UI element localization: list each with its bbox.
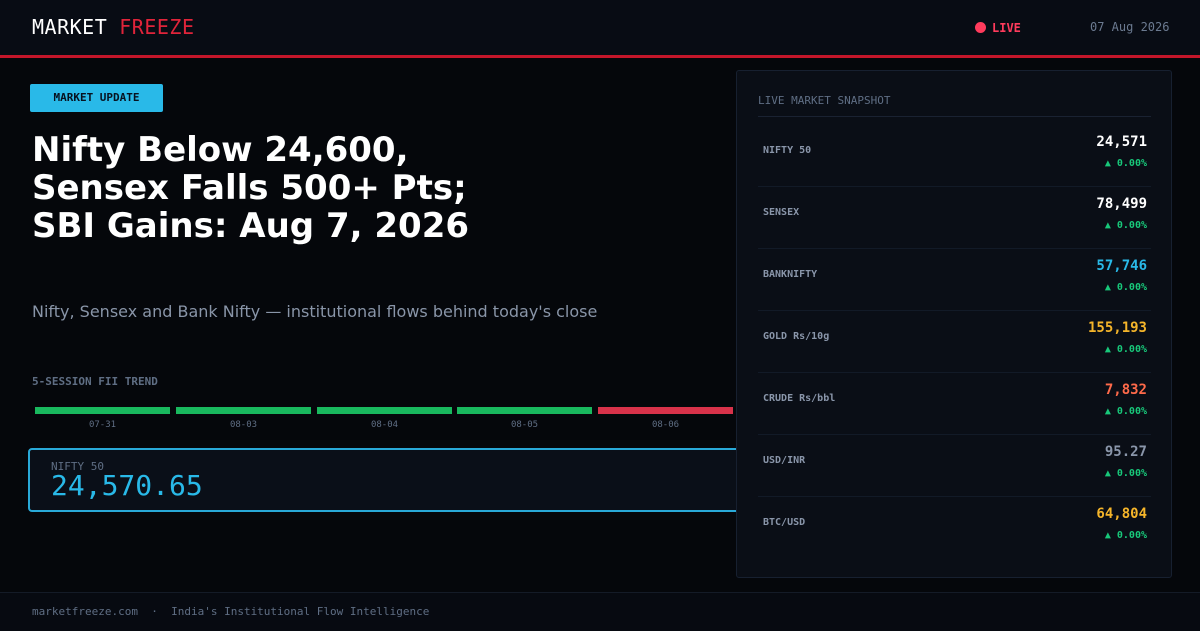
brand-primary: MARKET [32, 15, 108, 39]
fii-trend-bar [176, 407, 311, 414]
fii-trend-session: 08-06 [598, 407, 733, 430]
snapshot-row-crude: CRUDE Rs/bbl 7,832 ▲ 0.00% [758, 372, 1151, 435]
brand-logo[interactable]: MARKET FREEZE [32, 15, 195, 39]
header-date: 07 Aug 2026 [1090, 20, 1170, 34]
nifty-value-card: NIFTY 50 24,570.65 [28, 448, 742, 512]
footer-site-link[interactable]: marketfreeze.com [32, 605, 138, 618]
snapshot-row-value: 64,804 [1096, 506, 1147, 522]
nifty-card-value: 24,570.65 [51, 469, 203, 502]
live-label: LIVE [992, 21, 1021, 35]
footer-separator: · [151, 605, 158, 618]
footer-tagline: India's Institutional Flow Intelligence [171, 605, 430, 618]
snapshot-row-name: USD/INR [763, 455, 806, 466]
live-indicator: LIVE [975, 21, 1021, 35]
snapshot-row-name: NIFTY 50 [763, 145, 812, 156]
fii-trend-bar [317, 407, 452, 414]
fii-trend-session: 08-04 [317, 407, 452, 430]
fii-trend-bar [598, 407, 733, 414]
snapshot-row-value: 155,193 [1087, 320, 1147, 336]
snapshot-row-value: 24,571 [1096, 134, 1147, 150]
snapshot-row-nifty50: NIFTY 50 24,571 ▲ 0.00% [758, 124, 1151, 187]
snapshot-row-change: ▲ 0.00% [1104, 220, 1147, 231]
snapshot-row-value: 57,746 [1096, 258, 1147, 274]
snapshot-row-change: ▲ 0.00% [1104, 406, 1147, 417]
snapshot-divider [758, 116, 1151, 117]
snapshot-row-usdinr: USD/INR 95.27 ▲ 0.00% [758, 434, 1151, 497]
snapshot-row-change: ▲ 0.00% [1104, 344, 1147, 355]
site-footer: marketfreeze.com · India's Institutional… [0, 592, 1200, 631]
snapshot-row-banknifty: BANKNIFTY 57,746 ▲ 0.00% [758, 248, 1151, 311]
snapshot-title: LIVE MARKET SNAPSHOT [758, 94, 891, 107]
fii-trend-session: 07-31 [35, 407, 170, 430]
fii-trend-session: 08-05 [457, 407, 592, 430]
fii-trend-date: 08-05 [510, 420, 539, 430]
snapshot-row-gold: GOLD Rs/10g 155,193 ▲ 0.00% [758, 310, 1151, 373]
brand-accent: FREEZE [119, 15, 195, 39]
snapshot-row-change: ▲ 0.00% [1104, 158, 1147, 169]
site-header: MARKET FREEZE LIVE 07 Aug 2026 [0, 0, 1200, 58]
snapshot-row-name: BTC/USD [763, 517, 806, 528]
snapshot-row-value: 78,499 [1096, 196, 1147, 212]
fii-trend-strip: 07-31 08-03 08-04 08-05 08-06 [35, 407, 735, 437]
fii-trend-date: 08-06 [651, 420, 680, 430]
market-snapshot-panel: LIVE MARKET SNAPSHOT NIFTY 50 24,571 ▲ 0… [736, 70, 1172, 578]
fii-trend-date: 07-31 [88, 420, 117, 430]
snapshot-row-change: ▲ 0.00% [1104, 282, 1147, 293]
market-update-badge: MARKET UPDATE [30, 84, 163, 112]
snapshot-row-change: ▲ 0.00% [1104, 468, 1147, 479]
snapshot-row-sensex: SENSEX 78,499 ▲ 0.00% [758, 186, 1151, 249]
snapshot-row-change: ▲ 0.00% [1104, 530, 1147, 541]
fii-trend-bar [35, 407, 170, 414]
footer-text: marketfreeze.com · India's Institutional… [32, 605, 429, 618]
fii-trend-date: 08-03 [229, 420, 258, 430]
fii-trend-session: 08-03 [176, 407, 311, 430]
fii-trend-title: 5-SESSION FII TREND [32, 375, 158, 388]
fii-trend-bar [457, 407, 592, 414]
snapshot-row-name: BANKNIFTY [763, 269, 818, 280]
snapshot-row-name: SENSEX [763, 207, 800, 218]
live-dot-icon [975, 22, 986, 33]
snapshot-row-name: CRUDE Rs/bbl [763, 393, 836, 404]
snapshot-row-btcusd: BTC/USD 64,804 ▲ 0.00% [758, 496, 1151, 558]
snapshot-row-value: 7,832 [1104, 382, 1147, 398]
article-headline: Nifty Below 24,600, Sensex Falls 500+ Pt… [32, 130, 470, 246]
snapshot-row-name: GOLD Rs/10g [763, 331, 830, 342]
article-subheadline: Nifty, Sensex and Bank Nifty — instituti… [32, 302, 598, 321]
snapshot-row-value: 95.27 [1104, 444, 1147, 460]
fii-trend-date: 08-04 [370, 420, 399, 430]
